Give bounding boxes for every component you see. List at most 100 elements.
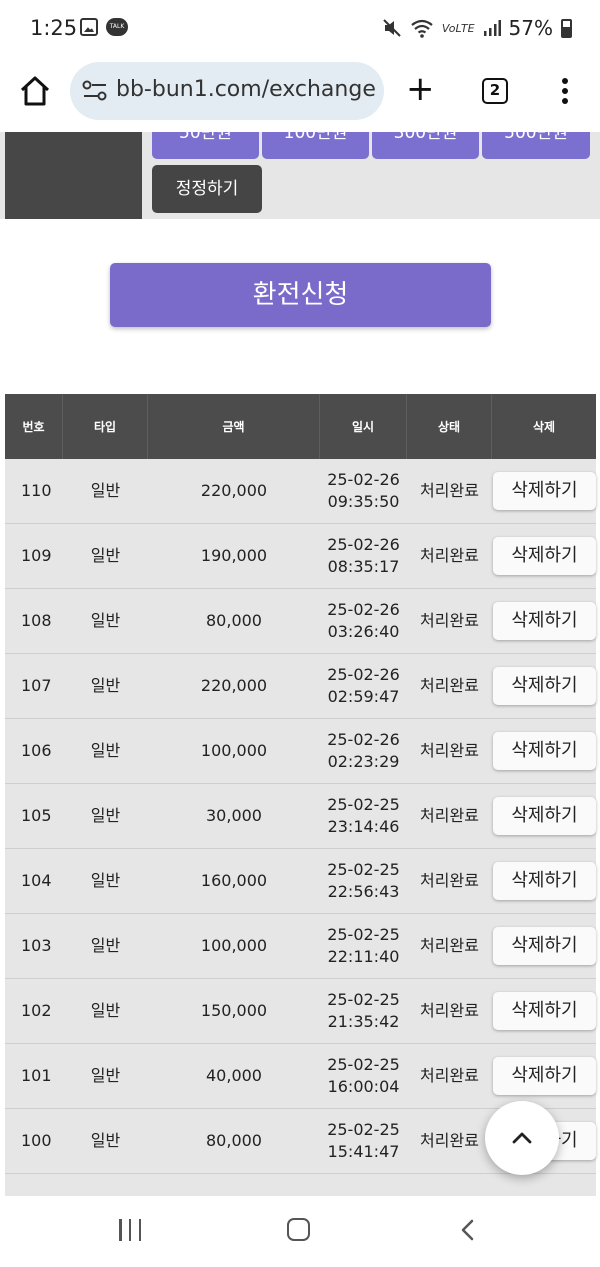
delete-button[interactable]: 삭제하기 xyxy=(493,472,596,510)
table-header: 번호 타입 금액 일시 상태 삭제 xyxy=(5,394,596,459)
header-number: 번호 xyxy=(5,394,63,459)
cell-amount: 100,000 xyxy=(200,741,268,760)
wifi-icon xyxy=(411,19,433,38)
chevron-up-icon xyxy=(512,1132,532,1144)
site-settings-icon[interactable] xyxy=(82,80,108,102)
cell-status: 처리완료 xyxy=(420,806,479,825)
delete-button[interactable]: 삭제하기 xyxy=(493,992,596,1030)
cell-date: 25-02-26 xyxy=(327,730,400,749)
cell-delete: 삭제하기 xyxy=(492,589,596,653)
amount-button-300[interactable]: 300만원 xyxy=(372,132,479,159)
table-row: 104 일반 160,000 25-02-25 22:56:43 처리완료 삭제하기 xyxy=(5,849,596,914)
cell-delete: 삭제하기 xyxy=(492,524,596,588)
cell-delete: 삭제하기 xyxy=(492,654,596,718)
cell-datetime: 25-02-25 xyxy=(320,1174,407,1196)
amount-panel: 50만원 100만원 300만원 500만원 정정하기 xyxy=(0,132,600,219)
cell-status: 처리완료 xyxy=(420,1001,479,1020)
cell-status: 처리완료 xyxy=(420,1131,479,1150)
cell-delete: 삭제하기 xyxy=(492,459,596,523)
delete-button[interactable]: 삭제하기 xyxy=(493,732,596,770)
page: 1:25 TALK VoLTE 57% bb-bun1.com/exchange… xyxy=(0,0,600,1267)
cell-number: 110 xyxy=(21,481,52,500)
cell-type: 일반 xyxy=(90,806,121,825)
delete-button[interactable]: 삭제하기 xyxy=(493,537,596,575)
exchange-apply-button[interactable]: 환전신청 xyxy=(110,263,491,327)
table-row: 103 일반 100,000 25-02-25 22:11:40 처리완료 삭제하기 xyxy=(5,914,596,979)
cell-time: 08:35:17 xyxy=(327,557,400,576)
home-icon[interactable] xyxy=(18,74,52,108)
back-icon[interactable] xyxy=(458,1218,478,1242)
cell-type: 일반 xyxy=(90,936,121,955)
delete-button[interactable]: 삭제하기 xyxy=(493,927,596,965)
header-status: 상태 xyxy=(407,394,492,459)
reset-amount-button[interactable]: 정정하기 xyxy=(152,165,262,213)
cell-datetime: 25-02-26 02:59:47 xyxy=(320,654,407,718)
system-nav-bar xyxy=(0,1196,600,1267)
cell-time: 22:56:43 xyxy=(327,882,400,901)
delete-button[interactable]: 삭제하기 xyxy=(493,1057,596,1095)
amount-button-500[interactable]: 500만원 xyxy=(482,132,590,159)
cell-date: 25-02-26 xyxy=(327,535,400,554)
delete-button[interactable]: 삭제하기 xyxy=(493,797,596,835)
cell-number: 103 xyxy=(21,936,52,955)
cell-delete: 삭제하기 xyxy=(492,719,596,783)
cell-status: 처리완료 xyxy=(420,546,479,565)
amount-button-100[interactable]: 100만원 xyxy=(262,132,369,159)
cell-status: 처리완료 xyxy=(420,481,479,500)
recents-icon[interactable] xyxy=(119,1219,141,1241)
signal-icon xyxy=(483,20,501,36)
new-tab-icon[interactable]: + xyxy=(406,72,435,106)
cell-type: 일반 xyxy=(90,1066,121,1085)
cell-amount: 30,000 xyxy=(206,806,262,825)
more-menu-icon[interactable] xyxy=(562,78,568,108)
tab-switcher-button[interactable]: 2 xyxy=(482,78,508,104)
status-notification-icons: TALK xyxy=(80,18,128,36)
cell-datetime: 25-02-26 09:35:50 xyxy=(320,459,407,523)
scroll-to-top-button[interactable] xyxy=(485,1101,559,1175)
cell-type: 일반 xyxy=(90,481,121,500)
cell-delete xyxy=(492,1174,596,1196)
cell-number: 109 xyxy=(21,546,52,565)
cell-number: 105 xyxy=(21,806,52,825)
url-text[interactable]: bb-bun1.com/exchange xyxy=(116,77,376,102)
cell-status: 처리완료 xyxy=(420,1066,479,1085)
cell-number: 104 xyxy=(21,871,52,890)
cell-datetime: 25-02-26 08:35:17 xyxy=(320,524,407,588)
cell-date: 25-02-25 xyxy=(327,1055,400,1074)
cell-datetime: 25-02-25 23:14:46 xyxy=(320,784,407,848)
cell-number: 102 xyxy=(21,1001,52,1020)
delete-button[interactable]: 삭제하기 xyxy=(493,862,596,900)
cell-time: 09:35:50 xyxy=(327,492,400,511)
cell-type: 일반 xyxy=(90,611,121,630)
cell-type: 일반 xyxy=(90,871,121,890)
cell-type: 일반 xyxy=(90,546,121,565)
amount-button-50[interactable]: 50만원 xyxy=(152,132,259,159)
cell-datetime: 25-02-25 22:56:43 xyxy=(320,849,407,913)
table-row: 102 일반 150,000 25-02-25 21:35:42 처리완료 삭제하기 xyxy=(5,979,596,1044)
address-bar[interactable]: bb-bun1.com/exchange xyxy=(70,62,384,120)
cell-status: 처리완료 xyxy=(420,611,479,630)
cell-date: 25-02-26 xyxy=(327,600,400,619)
cell-datetime: 25-02-26 02:23:29 xyxy=(320,719,407,783)
home-button-icon[interactable] xyxy=(287,1218,310,1241)
cell-status xyxy=(407,1174,492,1196)
cell-date: 25-02-26 xyxy=(327,665,400,684)
header-delete: 삭제 xyxy=(532,420,556,434)
table-row: 106 일반 100,000 25-02-26 02:23:29 처리완료 삭제하기 xyxy=(5,719,596,784)
cell-status: 처리완료 xyxy=(420,871,479,890)
cell-time: 02:23:29 xyxy=(327,752,400,771)
cell-date: 25-02-25 xyxy=(327,925,400,944)
cell-amount: 100,000 xyxy=(200,936,268,955)
header-type: 타입 xyxy=(63,394,148,459)
table-row: 105 일반 30,000 25-02-25 23:14:46 처리완료 삭제하기 xyxy=(5,784,596,849)
cell-amount: 80,000 xyxy=(206,611,262,630)
table-row: 108 일반 80,000 25-02-26 03:26:40 처리완료 삭제하기 xyxy=(5,589,596,654)
header-datetime: 일시 xyxy=(320,394,407,459)
delete-button[interactable]: 삭제하기 xyxy=(493,602,596,640)
cell-delete: 삭제하기 xyxy=(492,849,596,913)
table-row: 110 일반 220,000 25-02-26 09:35:50 처리완료 삭제하기 xyxy=(5,459,596,524)
cell-number: 100 xyxy=(21,1131,52,1150)
kakaotalk-icon: TALK xyxy=(106,18,128,36)
delete-button[interactable]: 삭제하기 xyxy=(493,667,596,705)
cell-amount: 190,000 xyxy=(200,546,268,565)
